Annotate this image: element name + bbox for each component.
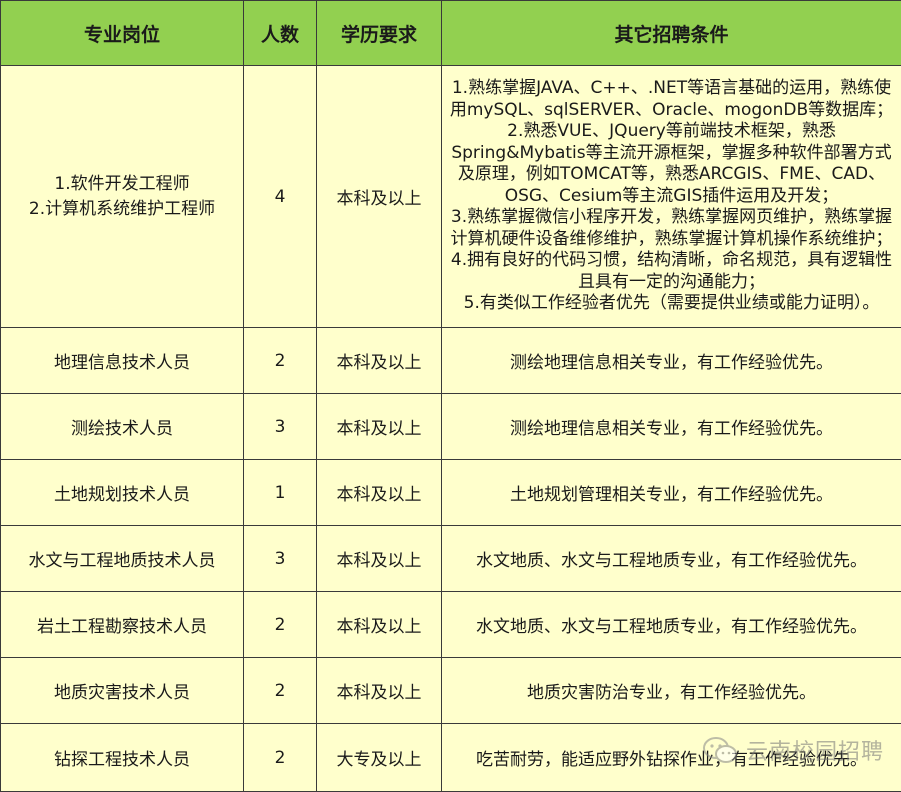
position-cell: 1.软件开发工程师 2.计算机系统维护工程师 [1, 66, 244, 328]
count-cell: 2 [244, 724, 317, 792]
position-cell: 钻探工程技术人员 [1, 724, 244, 792]
requirement-cell: 水文地质、水文与工程地质专业，有工作经验优先。 [442, 526, 901, 592]
recruitment-table: 专业岗位 人数 学历要求 其它招聘条件 1.软件开发工程师 2.计算机系统维护工… [0, 0, 901, 792]
education-cell: 本科及以上 [317, 394, 442, 460]
requirement-line: 5.有类似工作经验者优先（需要提供业绩或能力证明）。 [448, 293, 895, 315]
position-line: 2.计算机系统维护工程师 [1, 197, 243, 222]
position-cell: 地质灾害技术人员 [1, 658, 244, 724]
education-cell: 本科及以上 [317, 328, 442, 394]
table-row: 测绘技术人员 3 本科及以上 测绘地理信息相关专业，有工作经验优先。 [1, 394, 901, 460]
position-line: 1.软件开发工程师 [1, 172, 243, 197]
table-row: 地质灾害技术人员 2 本科及以上 地质灾害防治专业，有工作经验优先。 [1, 658, 901, 724]
education-cell: 本科及以上 [317, 526, 442, 592]
requirement-line: 2.熟悉VUE、JQuery等前端技术框架，熟悉Spring&Mybatis等主… [448, 121, 895, 207]
table-row: 土地规划技术人员 1 本科及以上 土地规划管理相关专业，有工作经验优先。 [1, 460, 901, 526]
requirement-cell: 1.熟练掌握JAVA、C++、.NET等语言基础的运用，熟练使用mySQL、sq… [442, 66, 901, 328]
table-row: 岩土工程勘察技术人员 2 本科及以上 水文地质、水文与工程地质专业，有工作经验优… [1, 592, 901, 658]
position-cell: 水文与工程地质技术人员 [1, 526, 244, 592]
position-cell: 岩土工程勘察技术人员 [1, 592, 244, 658]
count-cell: 2 [244, 658, 317, 724]
watermark: 云南校园招聘 [702, 734, 884, 766]
count-cell: 2 [244, 328, 317, 394]
requirement-cell: 测绘地理信息相关专业，有工作经验优先。 [442, 394, 901, 460]
position-cell: 测绘技术人员 [1, 394, 244, 460]
requirement-cell: 水文地质、水文与工程地质专业，有工作经验优先。 [442, 592, 901, 658]
requirement-cell: 地质灾害防治专业，有工作经验优先。 [442, 658, 901, 724]
requirement-line: 4.拥有良好的代码习惯，结构清晰，命名规范，具有逻辑性且具有一定的沟通能力； [448, 250, 895, 293]
requirement-cell: 土地规划管理相关专业，有工作经验优先。 [442, 460, 901, 526]
watermark-text: 云南校园招聘 [746, 734, 884, 766]
table-row: 地理信息技术人员 2 本科及以上 测绘地理信息相关专业，有工作经验优先。 [1, 328, 901, 394]
header-education: 学历要求 [317, 1, 442, 66]
education-cell: 本科及以上 [317, 460, 442, 526]
count-cell: 2 [244, 592, 317, 658]
table-row: 水文与工程地质技术人员 3 本科及以上 水文地质、水文与工程地质专业，有工作经验… [1, 526, 901, 592]
position-cell: 土地规划技术人员 [1, 460, 244, 526]
position-cell: 地理信息技术人员 [1, 328, 244, 394]
requirement-cell: 测绘地理信息相关专业，有工作经验优先。 [442, 328, 901, 394]
header-requirements: 其它招聘条件 [442, 1, 901, 66]
header-row: 专业岗位 人数 学历要求 其它招聘条件 [1, 1, 901, 66]
education-cell: 本科及以上 [317, 66, 442, 328]
education-cell: 本科及以上 [317, 658, 442, 724]
education-cell: 大专及以上 [317, 724, 442, 792]
wechat-icon [702, 736, 738, 764]
count-cell: 3 [244, 394, 317, 460]
count-cell: 4 [244, 66, 317, 328]
requirement-line: 3.熟练掌握微信小程序开发，熟练掌握网页维护，熟练掌握计算机硬件设备维修维护，熟… [448, 207, 895, 250]
count-cell: 1 [244, 460, 317, 526]
count-cell: 3 [244, 526, 317, 592]
requirement-line: 1.熟练掌握JAVA、C++、.NET等语言基础的运用，熟练使用mySQL、sq… [448, 78, 895, 121]
table-row: 1.软件开发工程师 2.计算机系统维护工程师 4 本科及以上 1.熟练掌握JAV… [1, 66, 901, 328]
header-count: 人数 [244, 1, 317, 66]
header-position: 专业岗位 [1, 1, 244, 66]
education-cell: 本科及以上 [317, 592, 442, 658]
